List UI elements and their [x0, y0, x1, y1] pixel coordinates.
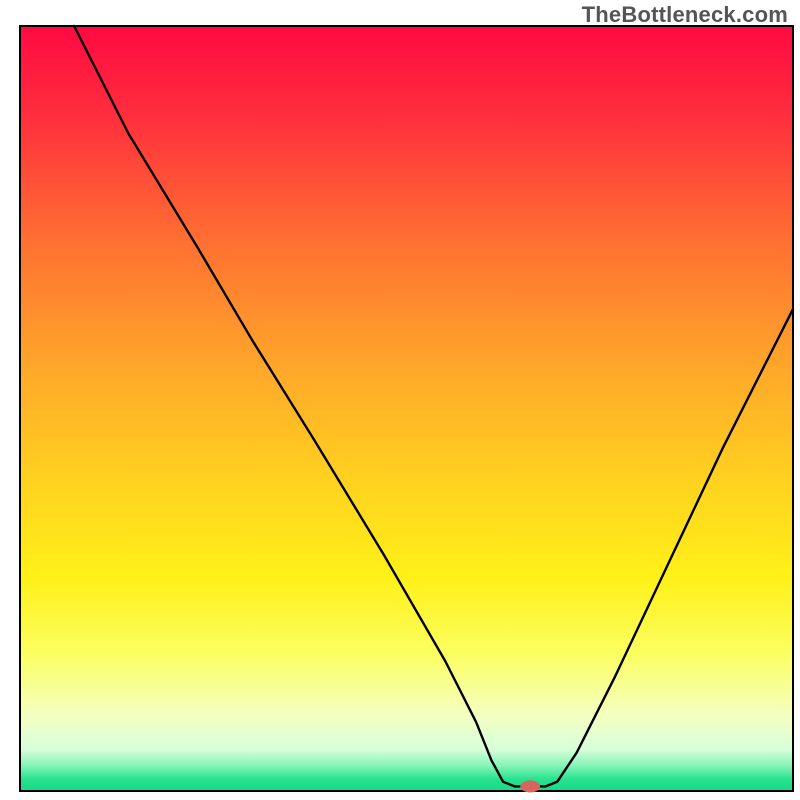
bottleneck-chart: TheBottleneck.com [0, 0, 800, 800]
plot-background [20, 26, 793, 791]
optimal-marker [520, 780, 540, 792]
chart-svg [0, 0, 800, 800]
watermark: TheBottleneck.com [582, 2, 788, 28]
